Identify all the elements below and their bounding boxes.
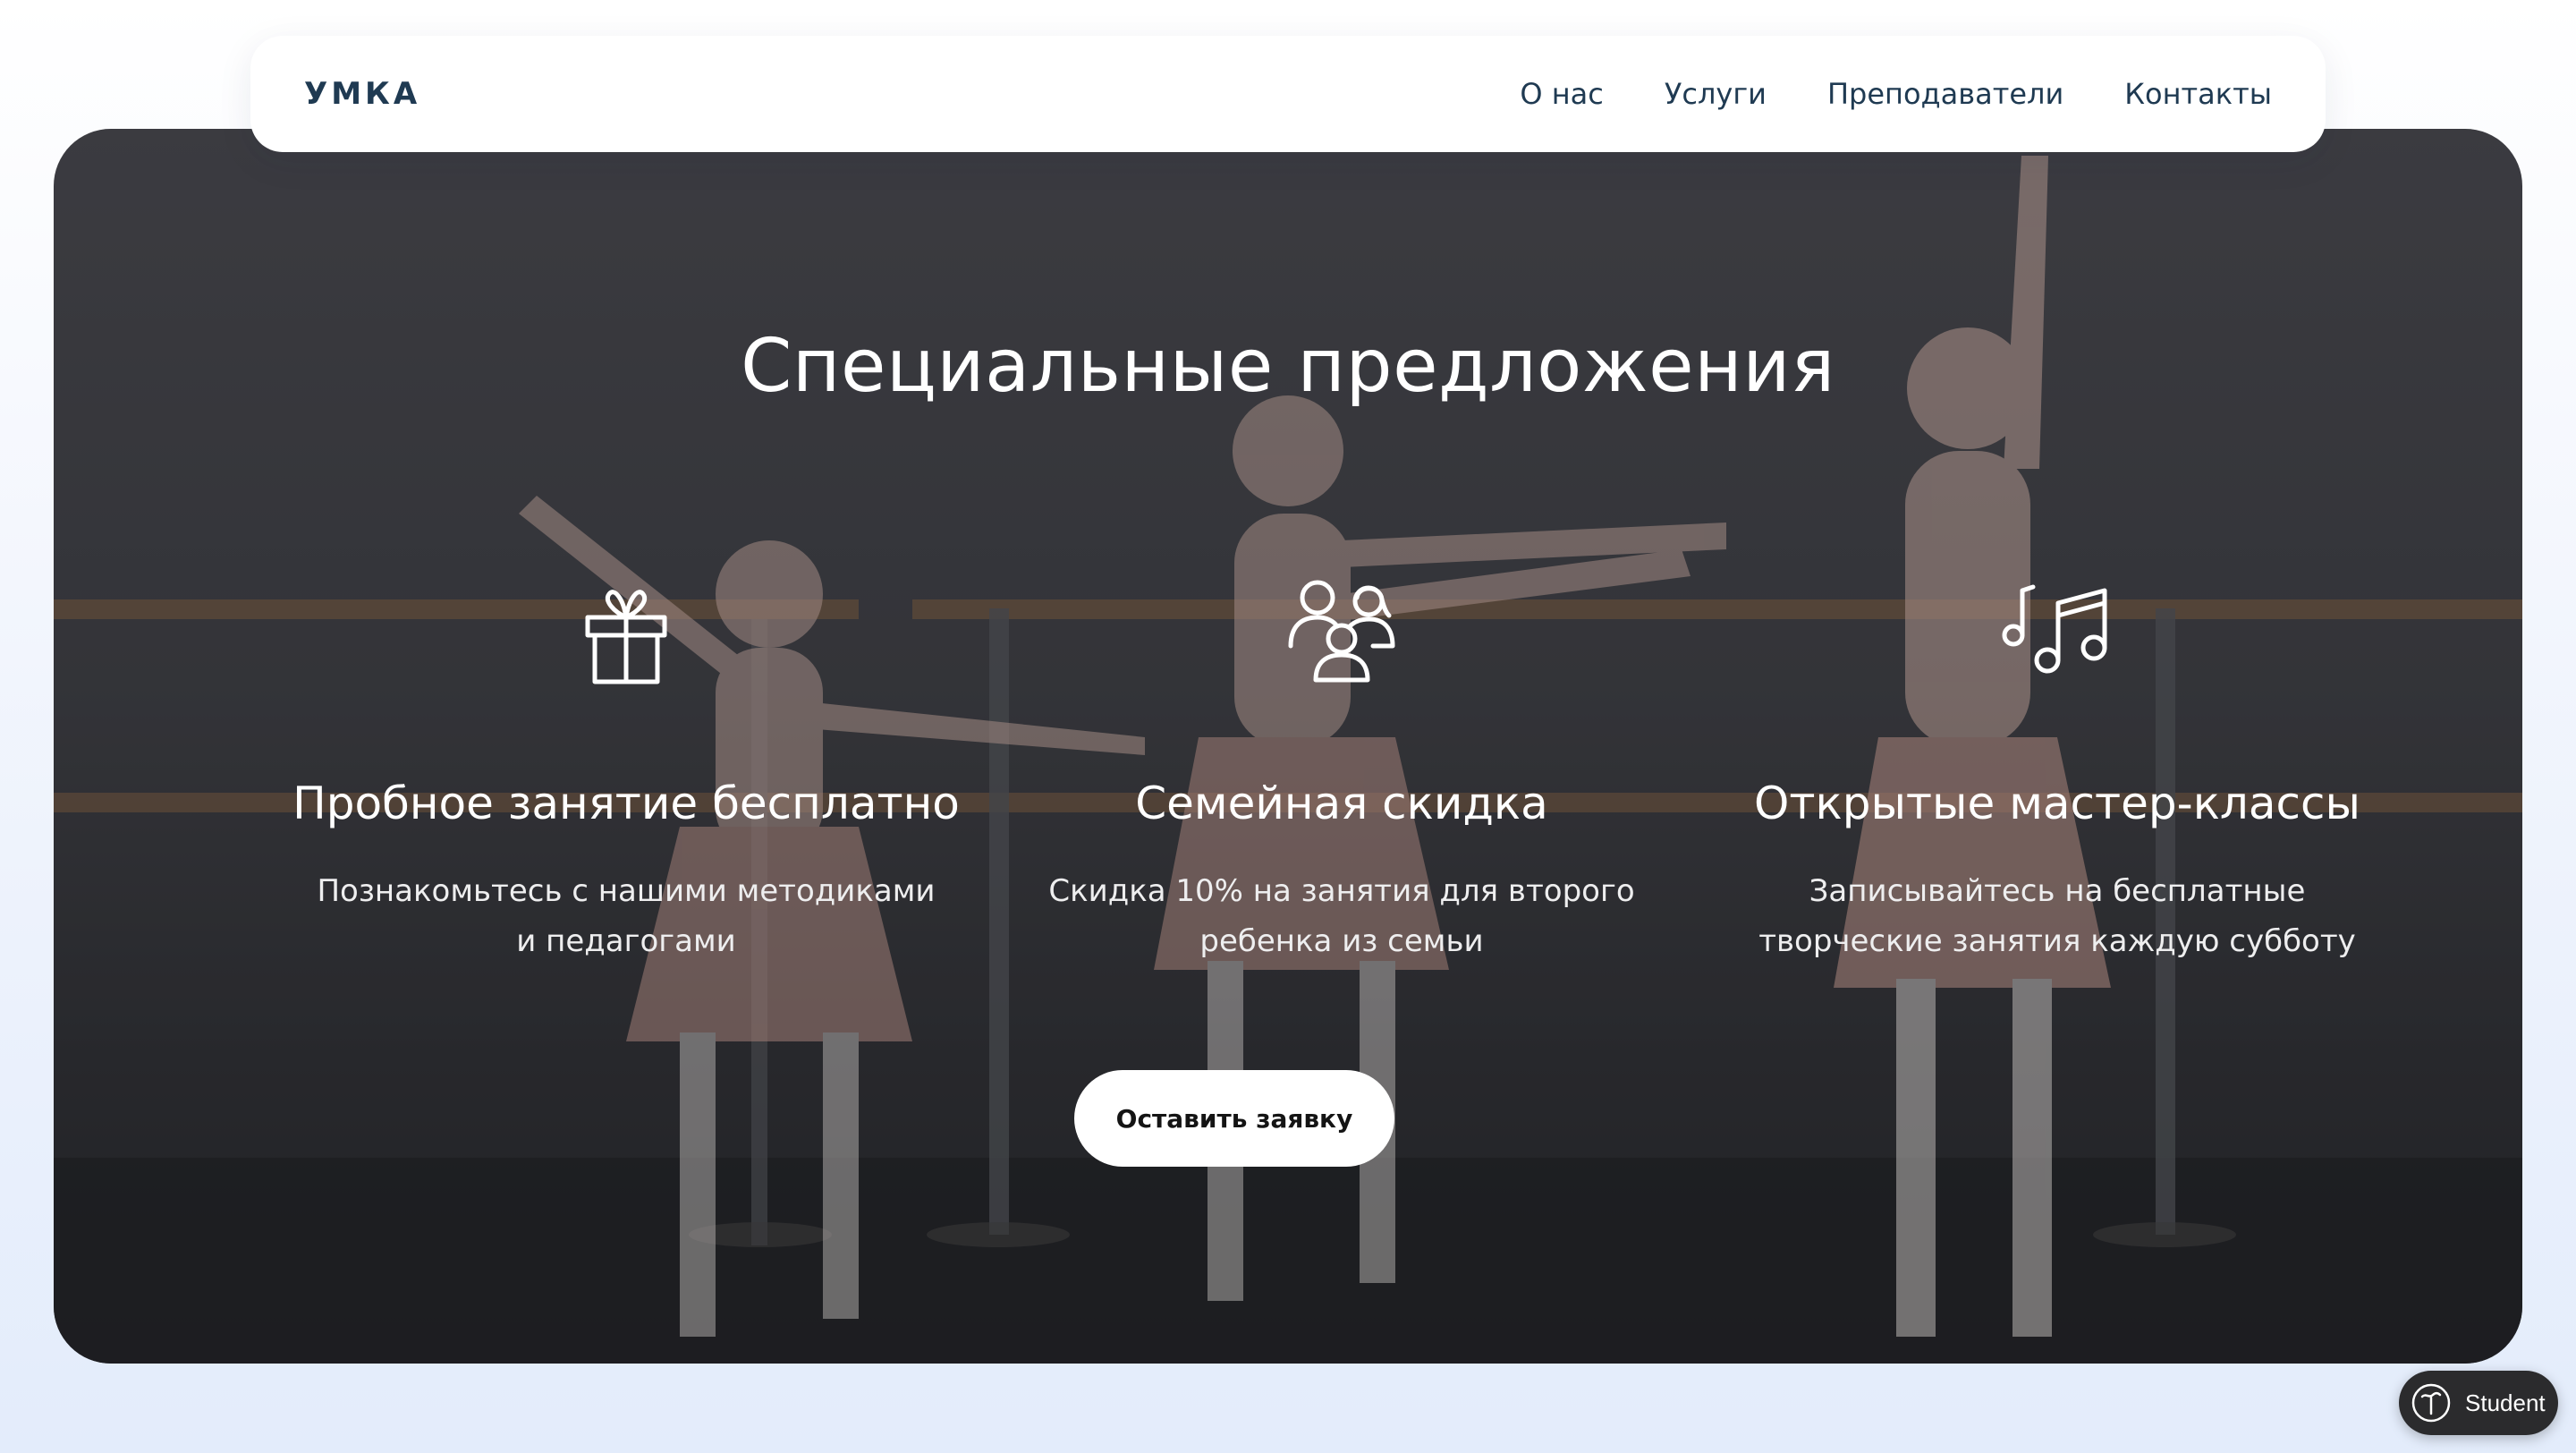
site-logo[interactable]: УМКА xyxy=(304,36,420,152)
offer-text: Познакомьтесь с нашими методиками и педа… xyxy=(317,873,936,959)
main-nav: О нас Услуги Преподаватели Контакты xyxy=(1520,36,2272,152)
offer-title: Открытые мастер-классы xyxy=(1754,777,2360,829)
nav-link-about[interactable]: О нас xyxy=(1520,77,1603,111)
offer-text: Записывайтесь на бесплатные творческие з… xyxy=(1758,873,2356,959)
nav-link-services[interactable]: Услуги xyxy=(1665,77,1767,111)
student-badge[interactable]: Student xyxy=(2399,1371,2558,1435)
gift-icon xyxy=(585,590,667,684)
offer-card-trial: Пробное занятие бесплатно Познакомьтесь … xyxy=(286,576,966,966)
family-icon xyxy=(1288,580,1395,683)
tilda-logo-icon xyxy=(2411,1383,2451,1423)
badge-label: Student xyxy=(2465,1389,2546,1416)
nav-link-teachers[interactable]: Преподаватели xyxy=(1827,77,2063,111)
offer-text: Скидка 10% на занятия для второго ребенк… xyxy=(1048,873,1635,959)
nav-link-contacts[interactable]: Контакты xyxy=(2124,77,2272,111)
navbar: УМКА О нас Услуги Преподаватели Контакты xyxy=(250,36,2326,152)
offer-title: Семейная скидка xyxy=(1135,777,1548,829)
hero-section: Специальные предложения Пробное занятие … xyxy=(54,129,2522,1364)
music-notes-icon xyxy=(2002,584,2107,674)
submit-request-button[interactable]: Оставить заявку xyxy=(1074,1070,1394,1167)
offer-card-masterclass: Открытые мастер-классы Записывайтесь на … xyxy=(1717,576,2397,966)
offer-card-family: Семейная скидка Скидка 10% на занятия дл… xyxy=(1002,576,1682,966)
section-title: Специальные предложения xyxy=(741,324,1835,409)
offer-title: Пробное занятие бесплатно xyxy=(292,777,960,829)
